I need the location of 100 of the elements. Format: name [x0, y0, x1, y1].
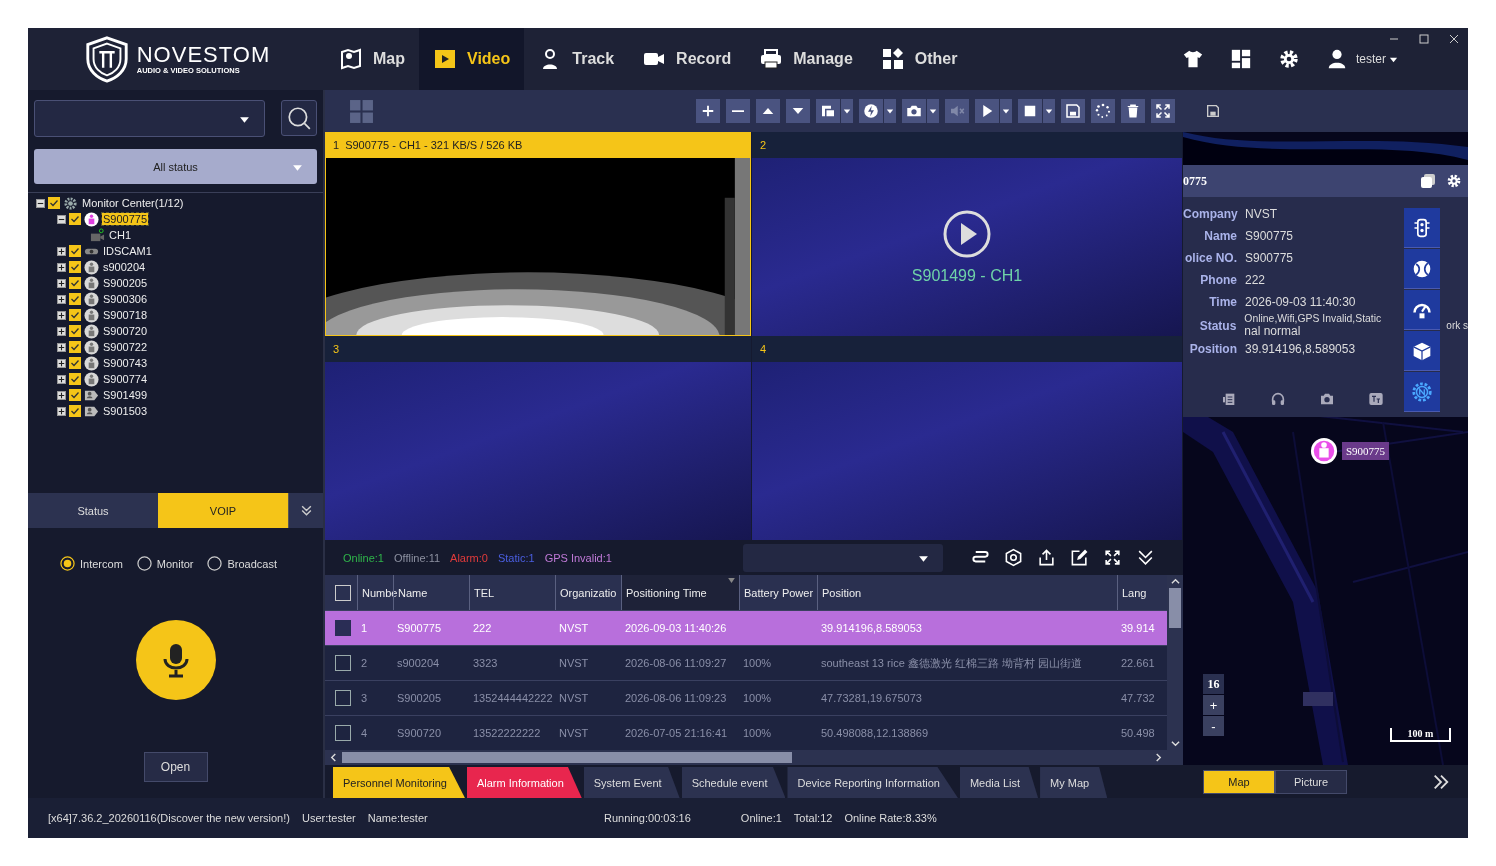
- tree-item[interactable]: Monitor Center(1/12): [81, 197, 185, 209]
- expand-icon[interactable]: [57, 406, 66, 416]
- play-button[interactable]: [975, 99, 999, 123]
- expand-icon[interactable]: [57, 390, 66, 400]
- checkbox[interactable]: [69, 309, 81, 321]
- video-cell-header[interactable]: 4: [752, 336, 1182, 362]
- checkbox[interactable]: [69, 325, 81, 337]
- scroll-up-icon[interactable]: [1170, 577, 1180, 586]
- fullscreen-button[interactable]: [1151, 99, 1175, 123]
- close-icon[interactable]: [1448, 33, 1460, 45]
- bottom-tab[interactable]: Schedule event: [681, 767, 786, 798]
- checkbox[interactable]: [69, 357, 81, 369]
- navigation-button[interactable]: [1404, 372, 1440, 412]
- nav-tab[interactable]: Track: [524, 28, 629, 90]
- column-header[interactable]: Lang: [1117, 575, 1157, 610]
- tree-item[interactable]: IDSCAM1: [102, 245, 153, 257]
- expand-icon[interactable]: [57, 278, 66, 288]
- tree-item[interactable]: S900743: [102, 357, 149, 369]
- layout-button[interactable]: [816, 99, 840, 123]
- tree-item[interactable]: S901499: [102, 389, 149, 401]
- expand-icon[interactable]: [57, 246, 66, 256]
- column-header[interactable]: Position: [817, 575, 1117, 610]
- scroll-down-icon[interactable]: [1170, 739, 1180, 748]
- radio-option[interactable]: Intercom: [60, 556, 123, 571]
- dropdown-button[interactable]: [841, 99, 853, 123]
- dropdown-button[interactable]: [1000, 99, 1012, 123]
- panel-tab[interactable]: Status: [28, 493, 158, 528]
- play-icon[interactable]: [942, 209, 992, 259]
- intercom-icon[interactable]: [1221, 391, 1237, 407]
- user-icon[interactable]: [1326, 48, 1348, 70]
- column-header[interactable]: Battery Power: [739, 575, 817, 610]
- radio-button[interactable]: [60, 556, 75, 571]
- save-icon[interactable]: [1205, 103, 1221, 119]
- tree-item[interactable]: S900722: [102, 341, 149, 353]
- scroll-right-icon[interactable]: [1154, 753, 1163, 762]
- bottom-tab[interactable]: Device Reporting Information: [787, 767, 958, 798]
- dropdown-button[interactable]: [884, 99, 896, 123]
- up-button[interactable]: [756, 99, 780, 123]
- radio-option[interactable]: Monitor: [136, 556, 194, 571]
- tree-item[interactable]: S900775: [102, 213, 149, 225]
- camera-icon[interactable]: [1319, 391, 1335, 407]
- column-header[interactable]: Positioning Time: [621, 575, 739, 610]
- radio-button[interactable]: [136, 556, 152, 571]
- bottom-tab[interactable]: My Map: [1040, 767, 1108, 798]
- radio-option[interactable]: Broadcast: [207, 556, 277, 571]
- table-row[interactable]: 2 s900204 3323 NVST 2026-08-06 11:09:27 100% southeast 13 rice 鑫德激光 红棉三路 坳背村 园山街道 22.661: [325, 646, 1167, 681]
- dropdown-button[interactable]: [927, 99, 939, 123]
- nav-tab[interactable]: Manage: [745, 28, 867, 90]
- dropdown-button[interactable]: [1043, 99, 1055, 123]
- cube-button[interactable]: [1404, 331, 1440, 371]
- tree-item[interactable]: CH1: [108, 229, 132, 241]
- checkbox[interactable]: [69, 213, 81, 225]
- zoom-in-button[interactable]: +: [1203, 695, 1224, 715]
- plus-button[interactable]: [696, 99, 720, 123]
- nav-tab[interactable]: Map: [325, 28, 419, 90]
- flash-button[interactable]: [859, 99, 883, 123]
- fullscreen-icon[interactable]: [1103, 548, 1122, 567]
- scrollbar-thumb[interactable]: [342, 752, 792, 763]
- checkbox[interactable]: [69, 261, 81, 273]
- checkbox[interactable]: [335, 655, 351, 671]
- checkbox[interactable]: [335, 620, 351, 636]
- version-text[interactable]: [x64]7.36.2_20260116(Discover the new version!): [48, 812, 290, 824]
- tree-item[interactable]: S900718: [102, 309, 149, 321]
- gauge-button[interactable]: [1404, 290, 1440, 330]
- expand-icon[interactable]: [57, 358, 66, 368]
- checkbox[interactable]: [69, 405, 81, 417]
- checkbox[interactable]: [335, 725, 351, 741]
- video-cell-header[interactable]: 1 S900775 - CH1 - 321 KB/S / 526 KB: [325, 132, 751, 158]
- checkbox[interactable]: [69, 245, 81, 257]
- hexagon-icon[interactable]: [1004, 548, 1023, 567]
- bottom-tab[interactable]: System Event: [583, 767, 680, 798]
- headset-icon[interactable]: [1270, 391, 1286, 407]
- radio-button[interactable]: [207, 556, 223, 571]
- nav-tab[interactable]: Other: [866, 28, 972, 90]
- tree-item[interactable]: s900204: [102, 261, 147, 273]
- checkbox[interactable]: [335, 690, 351, 706]
- down-button[interactable]: [786, 99, 810, 123]
- trash-button[interactable]: [1121, 99, 1145, 123]
- traffic-light-button[interactable]: [1404, 208, 1440, 248]
- expand-button[interactable]: [288, 493, 323, 528]
- dashboard-icon[interactable]: [1230, 48, 1252, 70]
- person-marker-icon[interactable]: [1310, 437, 1338, 465]
- column-header[interactable]: TEL: [469, 575, 555, 610]
- nav-tab[interactable]: Video: [419, 28, 525, 90]
- expand-icon[interactable]: [57, 342, 66, 352]
- checkbox[interactable]: [69, 389, 81, 401]
- expand-icon[interactable]: [57, 310, 66, 320]
- bottom-tab[interactable]: Media List: [959, 767, 1039, 798]
- settings-icon[interactable]: [1278, 48, 1300, 70]
- edit-icon[interactable]: [1070, 548, 1089, 567]
- video-cell-header[interactable]: 2: [752, 132, 1182, 158]
- double-chevron-icon[interactable]: [1432, 772, 1450, 791]
- text-speech-icon[interactable]: [1368, 391, 1384, 407]
- copy-icon[interactable]: [1420, 173, 1436, 189]
- expand-icon[interactable]: [57, 294, 66, 304]
- bottom-tab[interactable]: Alarm Information: [466, 767, 582, 798]
- minus-button[interactable]: [726, 99, 750, 123]
- tree-item[interactable]: S900306: [102, 293, 149, 305]
- nav-tab[interactable]: Record: [628, 28, 746, 90]
- tree-item[interactable]: S900774: [102, 373, 149, 385]
